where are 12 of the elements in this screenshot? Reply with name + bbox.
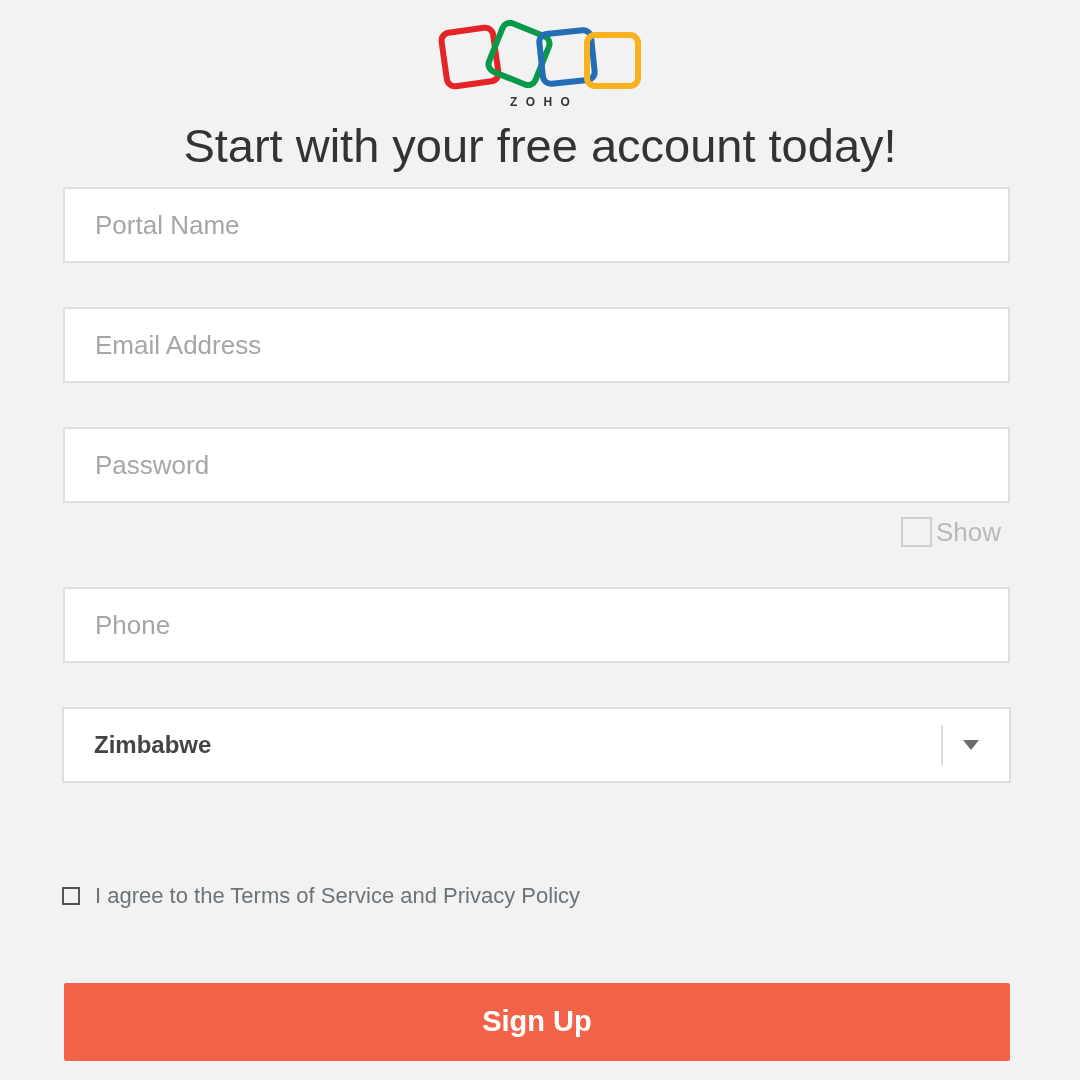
terms-label: I agree to the Terms of Service and Privacy Policy bbox=[95, 885, 581, 907]
country-select[interactable]: Zimbabwe bbox=[62, 707, 1011, 783]
logo-squares-icon bbox=[438, 20, 642, 92]
input-field[interactable]: Email Address bbox=[63, 307, 1010, 383]
logo-text: ZOHO bbox=[509, 96, 579, 108]
input-field[interactable]: Portal Name bbox=[63, 187, 1010, 263]
terms-checkbox[interactable] bbox=[62, 887, 80, 905]
input-field[interactable]: Phone bbox=[63, 587, 1010, 663]
input-field[interactable]: Password bbox=[63, 427, 1010, 503]
caret-icon bbox=[963, 740, 979, 750]
show-label: Show bbox=[935, 519, 1001, 545]
show-checkbox[interactable] bbox=[900, 517, 932, 547]
